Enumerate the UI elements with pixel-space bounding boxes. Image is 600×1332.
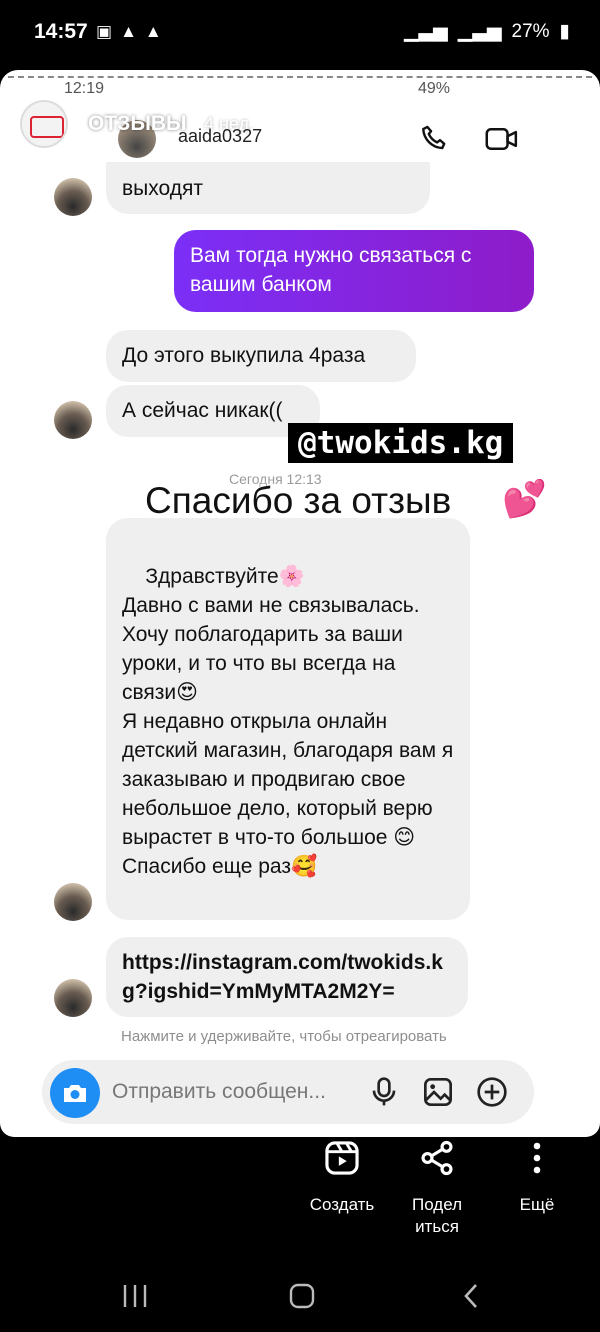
- story-avatar[interactable]: [20, 100, 68, 148]
- video-icon: [485, 128, 518, 150]
- system-nav-bar: [0, 1270, 600, 1332]
- more-label: Ещё: [519, 1195, 555, 1214]
- message-link[interactable]: https://instagram.com/twokids.kg?igshid=…: [106, 937, 468, 1017]
- screenshot-battery: 49%: [418, 80, 451, 97]
- mention-sticker[interactable]: @twokids.kg: [288, 423, 514, 463]
- message-incoming[interactable]: До этого выкупила 4раза: [106, 330, 416, 382]
- sender-avatar: [54, 178, 92, 216]
- dm-username: aaida0327: [178, 126, 263, 146]
- home-icon[interactable]: [288, 1282, 316, 1310]
- share-button[interactable]: Подел иться: [387, 1134, 487, 1238]
- battery-percent: 27%: [511, 20, 550, 42]
- reels-icon: [325, 1141, 359, 1175]
- message-text: Здравствуйте🌸 Давно с вами не связывалас…: [122, 565, 454, 878]
- message-text: Вам тогда нужно связаться с вашим банком: [190, 244, 472, 296]
- message-text: А сейчас никак((: [122, 399, 283, 422]
- camera-icon: [64, 1085, 86, 1102]
- plus-icon[interactable]: [476, 1076, 508, 1108]
- story-name[interactable]: ОТЗЫВЫ: [88, 112, 187, 136]
- more-icon: [533, 1142, 541, 1174]
- status-right: ▁▃▅ ▁▃▅ 27% ▮: [404, 20, 570, 43]
- image-icon[interactable]: [422, 1076, 454, 1108]
- more-button[interactable]: Ещё: [487, 1134, 587, 1216]
- notification-icons: ▣ ▲ ▲: [96, 22, 162, 42]
- create-label: Создать: [309, 1195, 375, 1214]
- message-outgoing[interactable]: Вам тогда нужно связаться с вашим банком: [174, 230, 534, 312]
- back-icon[interactable]: [460, 1282, 482, 1310]
- camera-button[interactable]: [50, 1068, 100, 1118]
- heart-sticker: 💕: [502, 478, 547, 519]
- warning-icon: ▲: [120, 22, 137, 41]
- status-bar: 14:57 ▣ ▲ ▲ ▁▃▅ ▁▃▅ 27% ▮: [0, 0, 600, 66]
- sender-avatar: [54, 979, 92, 1017]
- screenshot-time: 12:19: [64, 80, 105, 97]
- message-text: выходят: [122, 177, 203, 200]
- story-card[interactable]: 12:19 49% ОТЗЫВЫ 4 нед. aaida0327 выходя…: [0, 70, 600, 1137]
- signal-icon: ▁▃▅: [403, 21, 448, 42]
- phone-icon: [422, 125, 446, 150]
- message-text: До этого выкупила 4раза: [122, 344, 366, 367]
- share-icon: [421, 1140, 453, 1176]
- message-incoming[interactable]: Здравствуйте🌸 Давно с вами не связывалас…: [106, 518, 470, 920]
- recents-icon[interactable]: [120, 1282, 150, 1310]
- mic-icon[interactable]: [368, 1076, 400, 1108]
- gallery-icon: ▣: [96, 22, 113, 41]
- sender-avatar: [54, 401, 92, 439]
- story-caption: Спасибо за отзыв: [145, 480, 452, 521]
- signal-icon: ▁▃▅: [457, 21, 502, 42]
- message-incoming[interactable]: выходят: [106, 162, 430, 214]
- battery-icon: ▮: [559, 21, 570, 42]
- reaction-hint: Нажмите и удерживайте, чтобы отреагирова…: [121, 1028, 447, 1045]
- message-composer[interactable]: Отправить сообщен...: [42, 1060, 534, 1124]
- status-time: 14:57: [34, 20, 88, 43]
- sender-avatar: [54, 883, 92, 921]
- message-link-text[interactable]: https://instagram.com/twokids.kg?igshid=…: [122, 951, 443, 1003]
- share-label: Подел иться: [411, 1195, 463, 1236]
- message-input[interactable]: Отправить сообщен...: [112, 1080, 326, 1104]
- warning-icon: ▲: [144, 22, 162, 41]
- create-button[interactable]: Создать: [292, 1134, 392, 1216]
